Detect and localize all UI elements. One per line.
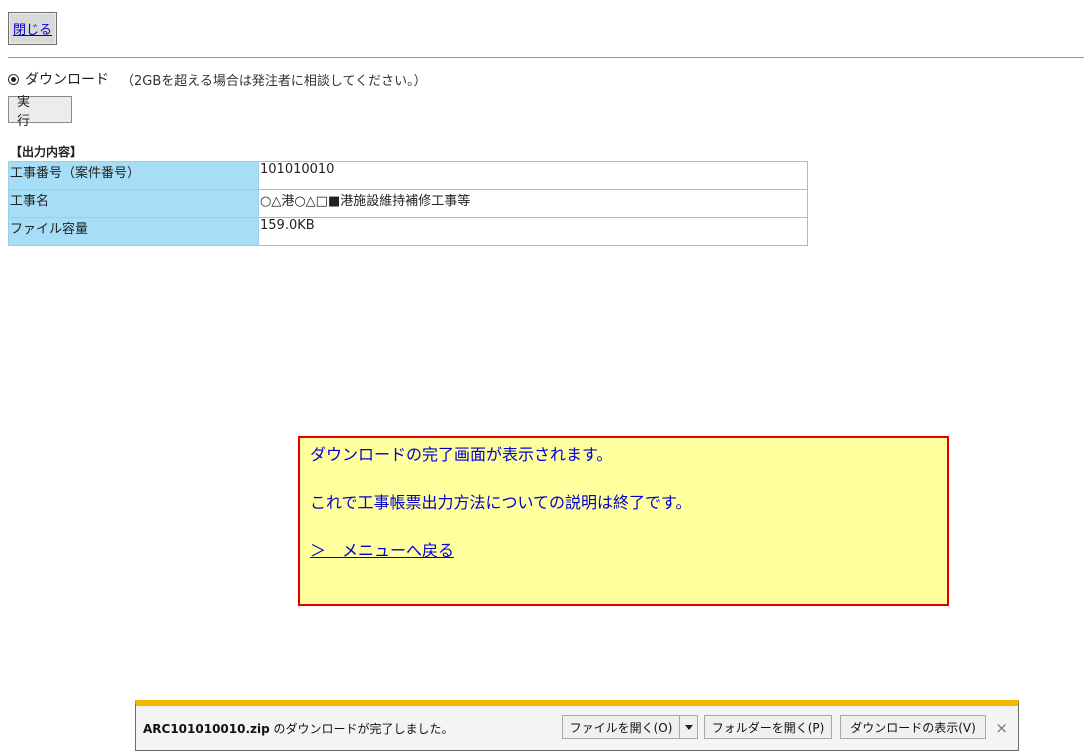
size-limit-note: （2GBを超える場合は発注者に相談してください。） bbox=[121, 73, 427, 89]
download-complete-text: のダウンロードが完了しました。 bbox=[269, 722, 454, 736]
download-radio[interactable] bbox=[8, 73, 19, 85]
back-to-menu-link[interactable]: ＞ メニューへ戻る bbox=[310, 540, 937, 562]
output-table: 工事番号（案件番号） 101010010 工事名 ○△港○△□■港施設維持補修工… bbox=[8, 161, 808, 246]
callout-line-1: ダウンロードの完了画面が表示されます。 bbox=[310, 445, 613, 464]
table-row: 工事名 ○△港○△□■港施設維持補修工事等 bbox=[8, 189, 808, 218]
construction-number-value: 101010010 bbox=[258, 161, 808, 190]
download-radio-label: ダウンロード bbox=[25, 72, 109, 88]
open-file-button[interactable]: ファイルを開く(O) bbox=[562, 715, 680, 739]
download-filename: ARC101010010.zip bbox=[143, 722, 270, 736]
construction-name-label: 工事名 bbox=[8, 189, 259, 218]
execute-button[interactable]: 実 行 bbox=[8, 95, 72, 129]
table-row: 工事番号（案件番号） 101010010 bbox=[8, 161, 808, 190]
construction-number-label: 工事番号（案件番号） bbox=[8, 161, 259, 190]
table-row: ファイル容量 159.0KB bbox=[8, 217, 808, 246]
construction-name-value: ○△港○△□■港施設維持補修工事等 bbox=[258, 189, 808, 218]
open-file-dropdown[interactable] bbox=[679, 715, 698, 739]
divider bbox=[8, 57, 1084, 58]
output-section-title: 【出力内容】 bbox=[10, 145, 83, 159]
callout-line-2: これで工事帳票出力方法についての説明は終了です。 bbox=[310, 493, 692, 512]
view-downloads-button[interactable]: ダウンロードの表示(V) bbox=[840, 715, 986, 739]
chevron-down-icon bbox=[684, 724, 693, 730]
instruction-callout: ダウンロードの完了画面が表示されます。 これで工事帳票出力方法についての説明は終… bbox=[298, 436, 949, 606]
close-icon[interactable]: × bbox=[995, 719, 1008, 737]
download-option-row: ダウンロード （2GBを超える場合は発注者に相談してください。） bbox=[8, 70, 427, 89]
download-notification-bar: ARC101010010.zip のダウンロードが完了しました。 ファイルを開く… bbox=[135, 700, 1019, 751]
download-message: ARC101010010.zip のダウンロードが完了しました。 bbox=[143, 720, 454, 737]
file-size-value: 159.0KB bbox=[258, 217, 808, 246]
open-folder-button[interactable]: フォルダーを開く(P) bbox=[704, 715, 832, 739]
close-button[interactable]: 閉じる bbox=[8, 12, 57, 45]
file-size-label: ファイル容量 bbox=[8, 217, 259, 246]
